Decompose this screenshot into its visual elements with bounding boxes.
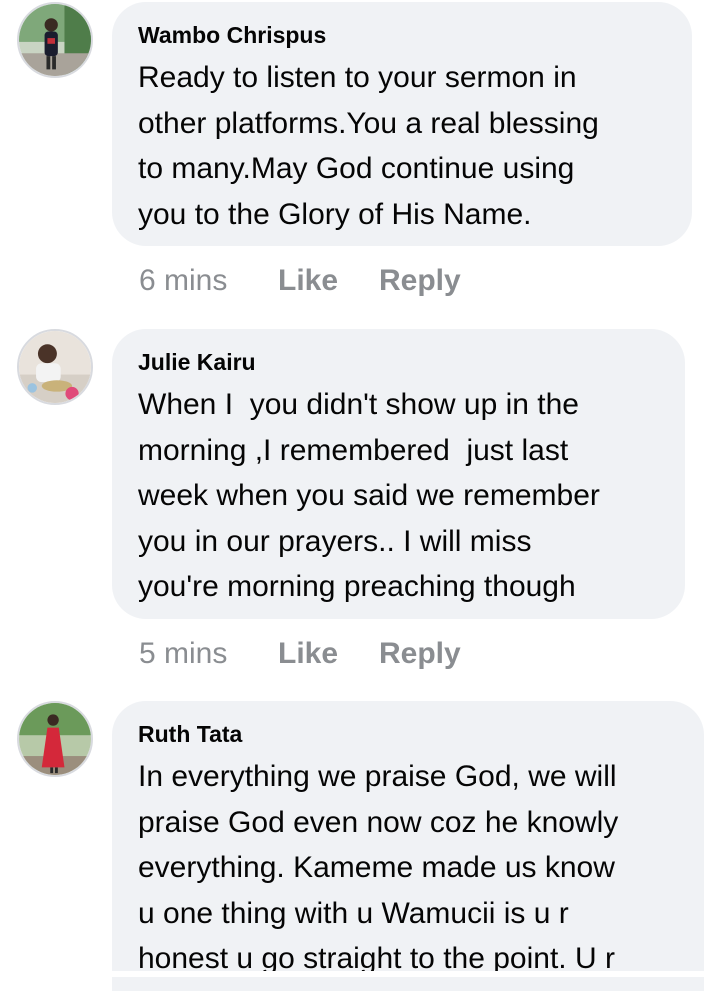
comment-timestamp[interactable]: 6 mins bbox=[139, 264, 278, 298]
comment-text: In everything we praise God, we will pra… bbox=[138, 760, 619, 975]
comment-bubble: Julie Kairu When I you didn't show up in… bbox=[112, 329, 685, 619]
divider bbox=[0, 971, 720, 977]
avatar[interactable] bbox=[17, 2, 93, 78]
comment-actions: 5 mins Like Reply bbox=[139, 637, 461, 671]
profile-photo-icon bbox=[19, 331, 91, 403]
comment-text: Ready to listen to your sermon in other … bbox=[138, 61, 599, 231]
profile-photo-icon bbox=[19, 703, 91, 775]
like-button[interactable]: Like bbox=[278, 264, 379, 298]
comment-text: When I you didn't show up in the morning… bbox=[138, 388, 600, 603]
comment-actions: 6 mins Like Reply bbox=[139, 264, 461, 298]
avatar[interactable] bbox=[17, 329, 93, 405]
reply-button[interactable]: Reply bbox=[379, 264, 461, 298]
comment-bubble: Wambo Chrispus Ready to listen to your s… bbox=[112, 2, 692, 246]
comment-timestamp[interactable]: 5 mins bbox=[139, 637, 278, 671]
comment-author[interactable]: Julie Kairu bbox=[138, 347, 659, 377]
reply-button[interactable]: Reply bbox=[379, 637, 461, 671]
profile-photo-icon bbox=[19, 4, 91, 76]
comment-author[interactable]: Wambo Chrispus bbox=[138, 20, 666, 50]
avatar[interactable] bbox=[17, 701, 93, 777]
comment-author[interactable]: Ruth Tata bbox=[138, 719, 678, 749]
comment-bubble: Ruth Tata In everything we praise God, w… bbox=[112, 701, 704, 991]
like-button[interactable]: Like bbox=[278, 637, 379, 671]
